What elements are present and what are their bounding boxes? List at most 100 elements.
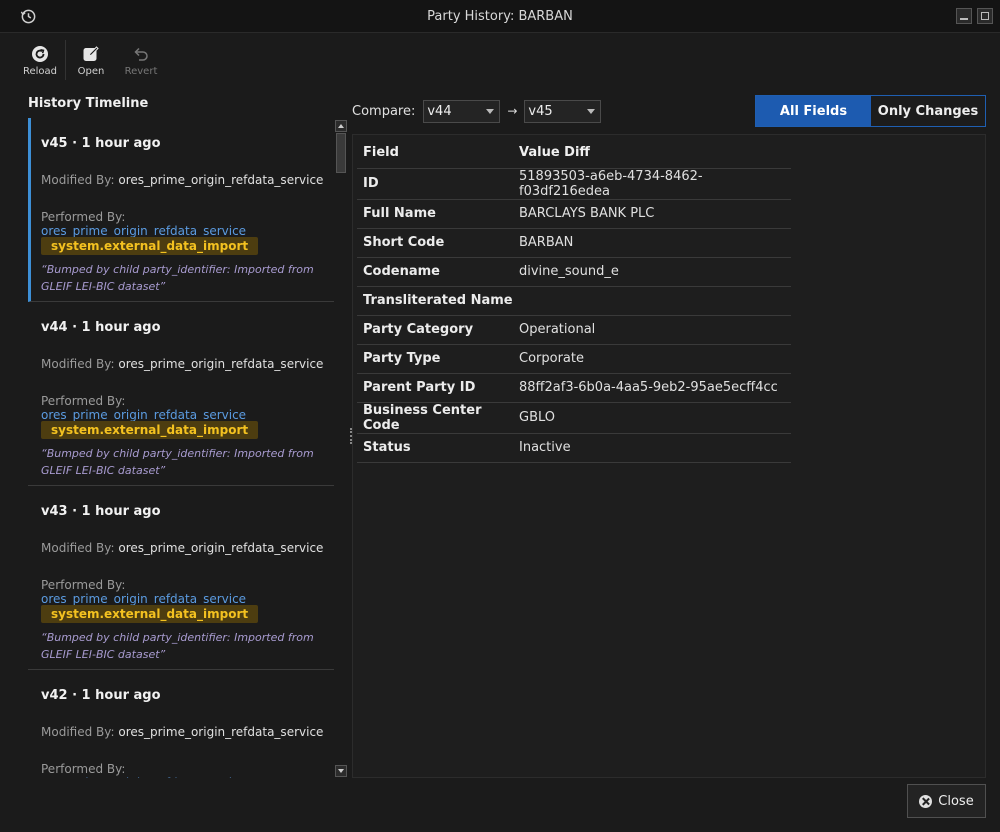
compare-arrow-icon: → bbox=[507, 104, 518, 118]
compare-to-value: v45 bbox=[528, 103, 553, 119]
timeline-entry[interactable]: v43 · 1 hour ago Modified By: ores_prime… bbox=[28, 486, 334, 670]
diff-row[interactable]: Transliterated Name bbox=[357, 286, 791, 316]
change-reason-badge: system.external_data_import bbox=[41, 237, 259, 255]
reload-label: Reload bbox=[22, 66, 58, 77]
entry-version: v44 · 1 hour ago bbox=[41, 320, 161, 335]
modified-by-value: ores_prime_origin_refdata_service bbox=[118, 541, 324, 555]
history-timeline-heading: History Timeline bbox=[28, 96, 149, 111]
diff-field-value: BARCLAYS BANK PLC bbox=[513, 199, 791, 229]
entry-modified-by: Modified By: ores_prime_origin_refdata_s… bbox=[41, 357, 323, 371]
diff-row[interactable]: Party Type Corporate bbox=[357, 344, 791, 374]
modified-by-value: ores_prime_origin_refdata_service bbox=[118, 357, 324, 371]
title-bar[interactable]: Party History: BARBAN bbox=[0, 0, 1000, 33]
entry-performed-by: Performed By: ores_prime_origin_refdata_… bbox=[41, 210, 334, 238]
diff-field-name: Status bbox=[357, 433, 513, 463]
diff-field-value: GBLO bbox=[513, 402, 791, 434]
performed-by-label: Performed By: bbox=[41, 210, 126, 224]
performed-by-link[interactable]: ores_prime_origin_refdata_service bbox=[41, 408, 246, 422]
performed-by-label: Performed By: bbox=[41, 762, 126, 776]
open-button[interactable]: Open bbox=[66, 34, 116, 84]
diff-row[interactable]: Party Category Operational bbox=[357, 315, 791, 345]
toolbar: Reload Open Revert bbox=[15, 34, 166, 84]
undo-icon bbox=[134, 47, 148, 61]
scroll-up-icon[interactable] bbox=[335, 120, 347, 132]
revert-label: Revert bbox=[124, 66, 158, 77]
maximize-button[interactable] bbox=[977, 8, 993, 24]
diff-field-name: ID bbox=[357, 168, 513, 200]
open-label: Open bbox=[77, 66, 105, 77]
diff-table: Field Value Diff ID 51893503-a6eb-4734-84… bbox=[357, 138, 791, 463]
timeline-entry[interactable]: v44 · 1 hour ago Modified By: ores_prime… bbox=[28, 302, 334, 486]
entry-version: v42 · 1 hour ago bbox=[41, 688, 161, 703]
only-changes-button[interactable]: Only Changes bbox=[871, 96, 985, 126]
reload-button[interactable]: Reload bbox=[15, 34, 65, 84]
change-reason-badge: system.external_data_import bbox=[41, 421, 259, 439]
compare-from-select[interactable]: v44 bbox=[423, 99, 501, 123]
entry-modified-by: Modified By: ores_prime_origin_refdata_s… bbox=[41, 173, 323, 187]
diff-field-value: Operational bbox=[513, 315, 791, 345]
performed-by-label: Performed By: bbox=[41, 394, 126, 408]
edit-icon bbox=[83, 46, 99, 61]
diff-field-name: Full Name bbox=[357, 199, 513, 229]
diff-field-value: Corporate bbox=[513, 344, 791, 374]
modified-by-value: ores_prime_origin_refdata_service bbox=[118, 173, 324, 187]
compare-to-select[interactable]: v45 bbox=[524, 99, 602, 123]
entry-comment: “Bumped by child party_identifier: Impor… bbox=[41, 631, 314, 661]
close-button[interactable]: Close bbox=[907, 784, 986, 818]
timeline-entry[interactable]: v45 · 1 hour ago Modified By: ores_prime… bbox=[28, 118, 334, 302]
diff-field-value bbox=[513, 286, 791, 316]
performed-by-link[interactable]: ores_prime_origin_refdata_service bbox=[41, 592, 246, 606]
modified-by-value: ores_prime_origin_refdata_service bbox=[118, 725, 324, 739]
diff-row[interactable]: Business Center Code GBLO bbox=[357, 402, 791, 434]
diff-field-name: Party Category bbox=[357, 315, 513, 345]
history-timeline-list[interactable]: v45 · 1 hour ago Modified By: ores_prime… bbox=[28, 118, 334, 778]
close-icon bbox=[919, 794, 933, 808]
entry-modified-by: Modified By: ores_prime_origin_refdata_s… bbox=[41, 725, 323, 739]
entry-performed-by: Performed By: ores_prime_origin_refdata_… bbox=[41, 578, 334, 606]
diff-row[interactable]: Codename divine_sound_e bbox=[357, 257, 791, 287]
compare-label: Compare: bbox=[352, 103, 416, 119]
performed-by-label: Performed By: bbox=[41, 578, 126, 592]
entry-modified-by: Modified By: ores_prime_origin_refdata_s… bbox=[41, 541, 323, 555]
value-diff-column-header[interactable]: Value Diff bbox=[513, 138, 791, 169]
modified-by-label: Modified By: bbox=[41, 357, 115, 371]
scroll-down-icon[interactable] bbox=[335, 765, 347, 777]
modified-by-label: Modified By: bbox=[41, 725, 115, 739]
performed-by-link[interactable]: ores_prime_origin_refdata_service bbox=[41, 776, 246, 778]
diff-row[interactable]: ID 51893503-a6eb-4734-8462-f03df216edea bbox=[357, 168, 791, 200]
diff-field-name: Transliterated Name bbox=[357, 286, 513, 316]
modified-by-label: Modified By: bbox=[41, 541, 115, 555]
field-column-header[interactable]: Field bbox=[357, 138, 513, 169]
diff-header-row: Field Value Diff bbox=[357, 138, 791, 169]
diff-field-name: Party Type bbox=[357, 344, 513, 374]
revert-button[interactable]: Revert bbox=[116, 34, 166, 84]
diff-row[interactable]: Status Inactive bbox=[357, 433, 791, 463]
diff-field-name: Short Code bbox=[357, 228, 513, 258]
diff-row[interactable]: Full Name BARCLAYS BANK PLC bbox=[357, 199, 791, 229]
scrollbar-thumb[interactable] bbox=[336, 133, 346, 173]
minimize-button[interactable] bbox=[956, 8, 972, 24]
entry-comment: “Bumped by child party_identifier: Impor… bbox=[41, 447, 314, 477]
diff-row[interactable]: Short Code BARBAN bbox=[357, 228, 791, 258]
diff-row[interactable]: Parent Party ID 88ff2af3-6b0a-4aa5-9eb2-9… bbox=[357, 373, 791, 403]
diff-field-value: 51893503-a6eb-4734-8462-f03df216edea bbox=[513, 168, 791, 200]
diff-field-value: BARBAN bbox=[513, 228, 791, 258]
change-reason-badge: system.external_data_import bbox=[41, 605, 259, 623]
entry-performed-by: Performed By: ores_prime_origin_refdata_… bbox=[41, 394, 334, 422]
entry-version: v43 · 1 hour ago bbox=[41, 504, 161, 519]
diff-field-name: Codename bbox=[357, 257, 513, 287]
timeline-scrollbar[interactable] bbox=[334, 118, 348, 778]
performed-by-link[interactable]: ores_prime_origin_refdata_service bbox=[41, 224, 246, 238]
compare-row: Compare: v44 → v45 bbox=[352, 99, 602, 123]
reload-icon bbox=[32, 46, 48, 62]
diff-field-name: Business Center Code bbox=[357, 402, 513, 434]
diff-field-value: divine_sound_e bbox=[513, 257, 791, 287]
view-mode-toggle: All Fields Only Changes bbox=[755, 95, 986, 127]
diff-field-value: 88ff2af3-6b0a-4aa5-9eb2-95ae5ecff4cc bbox=[513, 373, 791, 403]
compare-from-value: v44 bbox=[427, 103, 452, 119]
timeline-entry[interactable]: v42 · 1 hour ago Modified By: ores_prime… bbox=[28, 670, 334, 778]
all-fields-button[interactable]: All Fields bbox=[756, 96, 871, 126]
entry-performed-by: Performed By: ores_prime_origin_refdata_… bbox=[41, 762, 334, 778]
modified-by-label: Modified By: bbox=[41, 173, 115, 187]
window-title: Party History: BARBAN bbox=[427, 9, 573, 24]
